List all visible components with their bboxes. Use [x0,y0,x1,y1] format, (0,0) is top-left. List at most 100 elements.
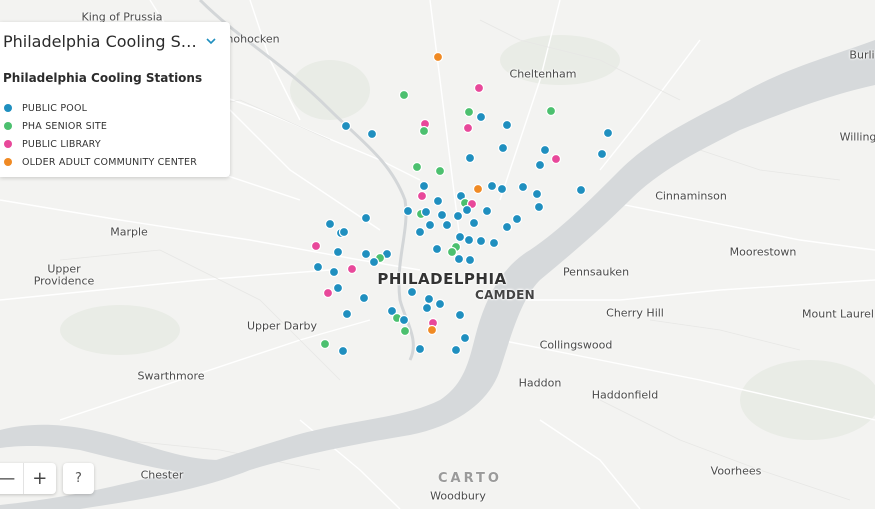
station-marker[interactable] [461,204,473,216]
station-marker[interactable] [472,183,484,195]
station-marker[interactable] [501,221,513,233]
station-marker[interactable] [463,106,475,118]
legend-item-pha-senior-site: PHA SENIOR SITE [4,117,197,135]
station-marker[interactable] [534,159,546,171]
station-marker[interactable] [475,111,487,123]
station-marker[interactable] [360,248,372,260]
station-marker[interactable] [426,324,438,336]
station-marker[interactable] [545,105,557,117]
station-marker[interactable] [488,237,500,249]
station-marker[interactable] [464,254,476,266]
station-marker[interactable] [453,253,465,265]
station-marker[interactable] [459,332,471,344]
station-marker[interactable] [511,213,523,225]
station-marker[interactable] [441,219,453,231]
legend-item-public-library: PUBLIC LIBRARY [4,135,197,153]
station-marker[interactable] [434,165,446,177]
station-marker[interactable] [486,180,498,192]
place-label: Marple [110,225,148,239]
station-marker[interactable] [420,206,432,218]
station-marker[interactable] [322,287,334,299]
station-marker[interactable] [406,286,418,298]
station-marker[interactable] [332,282,344,294]
place-label: Willing [839,130,875,144]
station-marker[interactable] [424,219,436,231]
station-marker[interactable] [481,205,493,217]
station-marker[interactable] [340,120,352,132]
station-marker[interactable] [432,195,444,207]
station-marker[interactable] [332,246,344,258]
station-marker[interactable] [398,314,410,326]
place-label: Upper Darby [246,319,318,333]
station-marker[interactable] [432,51,444,63]
station-marker[interactable] [418,180,430,192]
station-marker[interactable] [550,153,562,165]
legend-item-label: OLDER ADULT COMMUNITY CENTER [22,156,198,168]
station-marker[interactable] [475,235,487,247]
station-marker[interactable] [468,217,480,229]
station-marker[interactable] [423,293,435,305]
station-marker[interactable] [399,325,411,337]
station-marker[interactable] [463,234,475,246]
place-label: Collingswood [539,338,613,352]
place-label: Mount Laurel [802,307,874,321]
station-marker[interactable] [533,201,545,213]
station-marker[interactable] [346,263,358,275]
station-marker[interactable] [496,183,508,195]
station-marker[interactable] [431,243,443,255]
legend-title: Philadelphia Cooling Stations [3,71,203,85]
station-marker[interactable] [436,209,448,221]
station-marker[interactable] [414,343,426,355]
station-marker[interactable] [602,127,614,139]
place-label: Providence [33,274,95,288]
station-marker[interactable] [517,181,529,193]
station-marker[interactable] [450,344,462,356]
help-button[interactable]: ? [63,463,94,494]
zoom-in-button[interactable]: + [22,463,57,494]
place-label: Chester [140,468,184,482]
station-marker[interactable] [452,210,464,222]
station-marker[interactable] [366,128,378,140]
station-marker[interactable] [434,298,446,310]
place-label: Haddon [518,376,562,390]
station-marker[interactable] [310,240,322,252]
station-marker[interactable] [358,292,370,304]
carto-attribution[interactable]: CARTO [438,471,502,486]
station-marker[interactable] [338,226,350,238]
legend-item-label: PUBLIC LIBRARY [22,138,101,150]
panel-title[interactable]: Philadelphia Cooling Sta… [3,32,198,51]
zoom-out-button[interactable]: — [0,463,23,494]
station-marker[interactable] [328,266,340,278]
legend-item-older-adult-community-center: OLDER ADULT COMMUNITY CENTER [4,153,197,171]
station-marker[interactable] [531,188,543,200]
place-label: Cheltenham [509,67,577,81]
station-marker[interactable] [421,302,433,314]
station-marker[interactable] [360,212,372,224]
chevron-down-icon[interactable] [204,34,218,48]
station-marker[interactable] [462,122,474,134]
station-marker[interactable] [414,226,426,238]
station-marker[interactable] [575,184,587,196]
station-marker[interactable] [324,218,336,230]
station-marker[interactable] [411,161,423,173]
station-marker[interactable] [497,142,509,154]
station-marker[interactable] [312,261,324,273]
station-marker[interactable] [446,246,458,258]
station-marker[interactable] [501,119,513,131]
legend-item-label: PUBLIC POOL [22,102,88,114]
station-marker[interactable] [398,89,410,101]
station-marker[interactable] [337,345,349,357]
station-marker[interactable] [473,82,485,94]
station-marker[interactable] [368,256,380,268]
station-marker[interactable] [454,231,466,243]
station-marker[interactable] [418,125,430,137]
place-label: Swarthmore [137,369,205,383]
station-marker[interactable] [402,205,414,217]
station-marker[interactable] [341,308,353,320]
station-marker[interactable] [596,148,608,160]
station-marker[interactable] [454,309,466,321]
station-marker[interactable] [416,190,428,202]
station-marker[interactable] [464,152,476,164]
station-marker[interactable] [319,338,331,350]
station-marker[interactable] [539,144,551,156]
